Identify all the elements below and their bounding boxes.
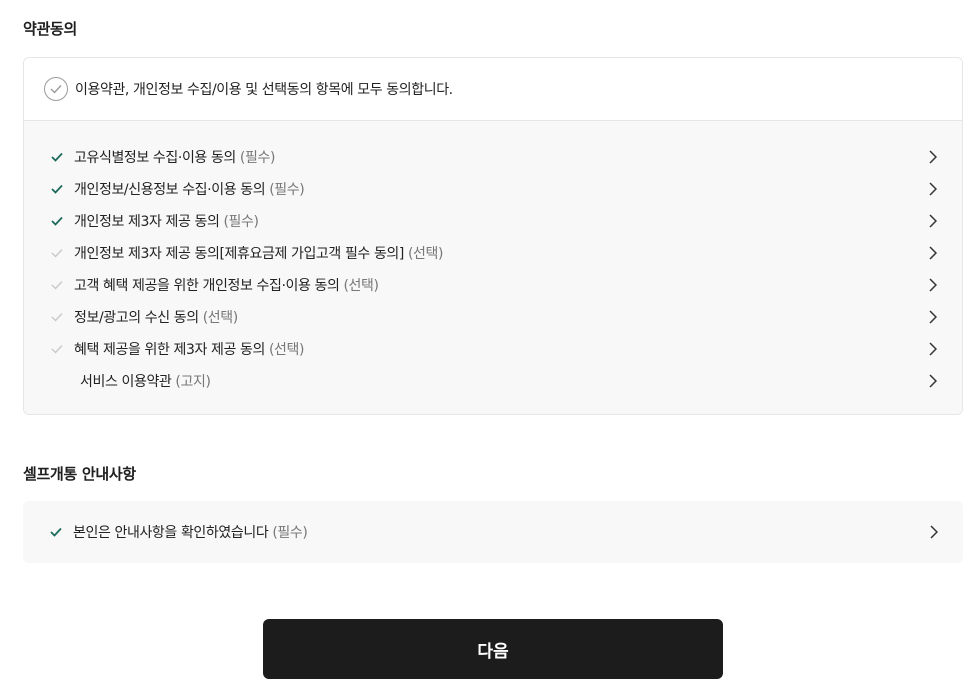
check-icon[interactable] [50,151,64,163]
terms-item-service-terms[interactable]: 서비스 이용약관 (고지) [24,365,962,397]
terms-item-label: 혜택 제공을 위한 제3자 제공 동의 (선택) [74,342,305,358]
chevron-right-icon[interactable] [928,150,938,164]
chevron-right-icon[interactable] [928,278,938,292]
terms-item-label: 서비스 이용약관 (고지) [80,374,211,390]
self-open-section-title: 셀프개통 안내사항 [23,465,136,483]
chevron-right-icon[interactable] [928,342,938,356]
chevron-right-icon[interactable] [928,310,938,324]
circle-check-icon[interactable] [44,77,68,101]
check-icon[interactable] [50,343,64,355]
agree-all-row[interactable]: 이용약관, 개인정보 수집/이용 및 선택동의 항목에 모두 동의합니다. [24,58,962,121]
terms-box: 이용약관, 개인정보 수집/이용 및 선택동의 항목에 모두 동의합니다. 고유… [23,57,963,415]
terms-section-title: 약관동의 [23,20,78,38]
terms-item-label: 개인정보/신용정보 수집·이용 동의 (필수) [74,182,305,198]
terms-item-label: 고객 혜택 제공을 위한 개인정보 수집·이용 동의 (선택) [74,278,379,294]
terms-item-third-party[interactable]: 개인정보 제3자 제공 동의 (필수) [24,205,962,237]
chevron-right-icon[interactable] [929,525,939,539]
check-icon[interactable] [50,183,64,195]
terms-item-label: 정보/광고의 수신 동의 (선택) [74,310,238,326]
terms-item-credit-info[interactable]: 개인정보/신용정보 수집·이용 동의 (필수) [24,173,962,205]
terms-item-label: 고유식별정보 수집·이용 동의 (필수) [74,150,276,166]
chevron-right-icon[interactable] [928,246,938,260]
agree-all-label: 이용약관, 개인정보 수집/이용 및 선택동의 항목에 모두 동의합니다. [75,82,453,98]
check-icon[interactable] [50,311,64,323]
self-open-confirm-label: 본인은 안내사항을 확인하였습니다 (필수) [73,525,308,541]
terms-item-label: 개인정보 제3자 제공 동의 (필수) [74,214,259,230]
next-button[interactable]: 다음 [263,619,723,679]
check-icon[interactable] [50,279,64,291]
check-icon[interactable] [49,526,63,538]
chevron-right-icon[interactable] [928,214,938,228]
terms-item-benefit-collect[interactable]: 고객 혜택 제공을 위한 개인정보 수집·이용 동의 (선택) [24,269,962,301]
check-icon[interactable] [50,215,64,227]
terms-item-marketing[interactable]: 정보/광고의 수신 동의 (선택) [24,301,962,333]
terms-item-unique-id[interactable]: 고유식별정보 수집·이용 동의 (필수) [24,141,962,173]
terms-item-label: 개인정보 제3자 제공 동의[제휴요금제 가입고객 필수 동의] (선택) [74,246,444,262]
terms-item-benefit-third-party[interactable]: 혜택 제공을 위한 제3자 제공 동의 (선택) [24,333,962,365]
check-icon[interactable] [50,247,64,259]
terms-item-partner-plan[interactable]: 개인정보 제3자 제공 동의[제휴요금제 가입고객 필수 동의] (선택) [24,237,962,269]
chevron-right-icon[interactable] [928,374,938,388]
chevron-right-icon[interactable] [928,182,938,196]
terms-list: 고유식별정보 수집·이용 동의 (필수) 개인정보/신용정보 수집·이용 동의 (필… [24,121,962,414]
self-open-box: 본인은 안내사항을 확인하였습니다 (필수) [23,501,963,563]
self-open-confirm-item[interactable]: 본인은 안내사항을 확인하였습니다 (필수) [23,501,963,563]
